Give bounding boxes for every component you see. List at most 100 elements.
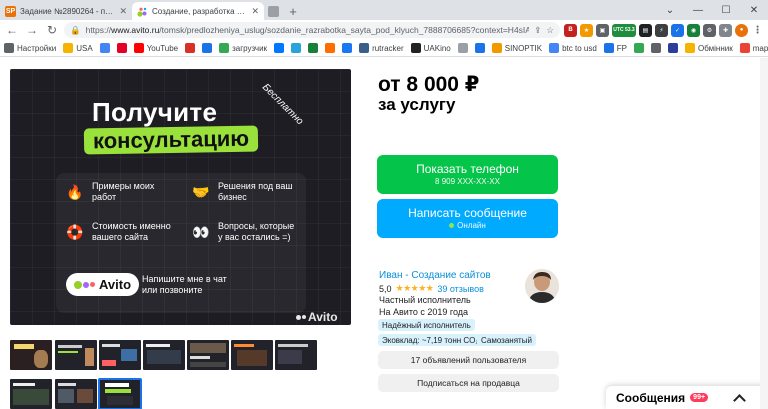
bookmark-item[interactable] [116,43,127,53]
bookmark-item[interactable] [457,43,468,53]
tab-blank[interactable] [264,2,284,20]
bookmark-item[interactable] [651,43,662,53]
extension-blue-icon[interactable]: ◉ [687,23,700,37]
tab-search-icon[interactable]: ⌄ [656,0,684,20]
bookmark-item[interactable]: YouTube [133,43,178,53]
seller-type: Частный исполнитель [379,295,471,305]
bookmark-item[interactable] [185,43,196,53]
bookmark-item[interactable] [668,43,679,53]
sheets-icon [308,43,319,53]
bookmark-item[interactable] [634,43,645,53]
bookmark-star-icon[interactable]: ☆ [546,25,554,36]
uakino-icon [410,43,421,53]
tab-title: Создание, разработка сайта под [152,6,247,16]
fb-icon [342,43,353,53]
minimize-icon[interactable]: — [684,0,712,20]
extension-lightning-icon[interactable]: ⚡ [655,23,668,37]
tab-task[interactable]: SP Задание №2890264 - просмотр за ✕ [0,2,132,20]
thumbnail[interactable] [187,340,229,370]
bookmark-item[interactable]: UAKino [410,43,451,53]
thumbnail[interactable] [55,379,97,409]
profile-avatar-icon[interactable]: ● [735,23,748,37]
close-tab-icon[interactable]: ✕ [251,6,259,17]
bookmark-item[interactable] [291,43,302,53]
thumbnail[interactable] [99,340,141,370]
bookmark-item[interactable] [474,43,485,53]
download-icon [219,43,230,53]
rating-stars-icon: ★★★★★ [395,283,434,293]
banner-item-text: Примеры моих работ [92,181,155,202]
thumbnail[interactable] [231,340,273,370]
bookmark-item[interactable] [274,43,285,53]
reload-icon[interactable]: ↻ [44,22,60,38]
bookmark-item[interactable]: maps [739,43,768,53]
extension-grey-icon[interactable]: ▣ [596,23,609,37]
forward-arrow-icon[interactable]: → [24,22,40,38]
bookmark-item[interactable]: загрузчик [219,43,267,53]
thumbnail[interactable] [143,340,185,370]
avito-favicon-icon [137,5,148,17]
chevron-up-icon[interactable] [733,393,746,407]
extension-check-icon[interactable]: ✓ [671,23,684,37]
badge-eco[interactable]: Эковклад: ~7,19 тонн CO₂ [378,334,483,346]
banner-item: 👀 Вопросы, которые у вас остались =) [192,221,294,243]
address-bar[interactable]: 🔒 https://www.avito.ru/tomsk/predlozheni… [64,22,560,38]
maximize-icon[interactable]: ☐ [712,0,740,20]
close-tab-icon[interactable]: ✕ [119,6,127,17]
bookmark-item[interactable] [99,43,110,53]
show-phone-button[interactable]: Показать телефон 8 909 XXX-XX-XX [377,155,558,194]
menu-kebab-icon[interactable]: ⋮ [751,24,764,37]
page-scrollbar[interactable] [760,58,768,409]
share-icon[interactable]: ⇪ [534,25,541,36]
fire-icon: 🔥 [66,183,84,200]
extension-yellow-icon[interactable]: ★ [580,23,593,37]
new-tab-button[interactable]: + [284,2,302,20]
bookmark-item[interactable]: rutracker [359,43,404,53]
banner-title: Получите [92,97,218,127]
youtube-icon [133,43,144,53]
seller-name-link[interactable]: Иван - Создание сайтов [379,270,491,281]
bookmark-item[interactable] [202,43,213,53]
handshake-icon: 🤝 [192,183,210,200]
exchange-icon [685,43,696,53]
bookmark-item[interactable] [325,43,336,53]
subscribe-seller-button[interactable]: Подписаться на продавца [378,374,559,392]
extension-gear-icon[interactable]: ⚙ [703,23,716,37]
tab-avito[interactable]: Создание, разработка сайта под ✕ [132,2,264,20]
close-window-icon[interactable]: ✕ [740,0,768,20]
reviews-link[interactable]: 39 отзывов [437,284,484,294]
seller-rating: 5,0 ★★★★★ 39 отзывов [379,283,484,294]
bookmark-item[interactable] [308,43,319,53]
avito-dots-icon [296,314,306,320]
thumbnail[interactable] [275,340,317,370]
utc-badge[interactable]: UTC 53.3 [612,23,636,37]
bookmark-label: btc to usd [562,43,597,53]
bookmark-item[interactable]: SINOPTIK [491,43,542,53]
puzzle-icon[interactable]: ✚ [719,23,732,37]
thumbnail[interactable] [10,379,52,409]
write-message-button[interactable]: Написать сообщение Онлайн [377,199,558,238]
banner-item: 🤝 Решения под ваш бизнес [192,181,292,203]
bookmark-label: USA [76,43,93,53]
extension-black-icon[interactable]: ▤ [639,23,652,37]
bookmark-item[interactable]: btc to usd [549,43,597,53]
bookmark-item[interactable]: FP [603,43,627,53]
banner-item-text: Вопросы, которые у вас остались =) [218,221,295,242]
messages-widget[interactable]: Сообщения 99+ [606,386,768,409]
bookmark-item[interactable] [342,43,353,53]
seller-avatar[interactable] [525,269,559,303]
bookmark-label: maps [752,43,768,53]
thumbnail[interactable] [55,340,97,370]
bookmark-item[interactable]: Настройки [4,43,56,53]
bookmark-item[interactable]: Обмінник [685,43,733,53]
bookmark-item[interactable]: USA [63,43,93,53]
thumbnail[interactable] [10,340,52,370]
user-listings-button[interactable]: 17 объявлений пользователя [378,351,559,369]
back-arrow-icon[interactable]: ← [4,22,20,38]
seller-since: На Авито с 2019 года [379,307,469,317]
bookmark-label: UAKino [423,43,451,53]
extension-red-icon[interactable]: В [564,23,577,37]
google-icon [549,43,560,53]
thumbnail-selected[interactable] [98,378,142,409]
listing-main-image[interactable]: Получите консультацию Бесплатно 🔥 Пример… [10,69,351,325]
